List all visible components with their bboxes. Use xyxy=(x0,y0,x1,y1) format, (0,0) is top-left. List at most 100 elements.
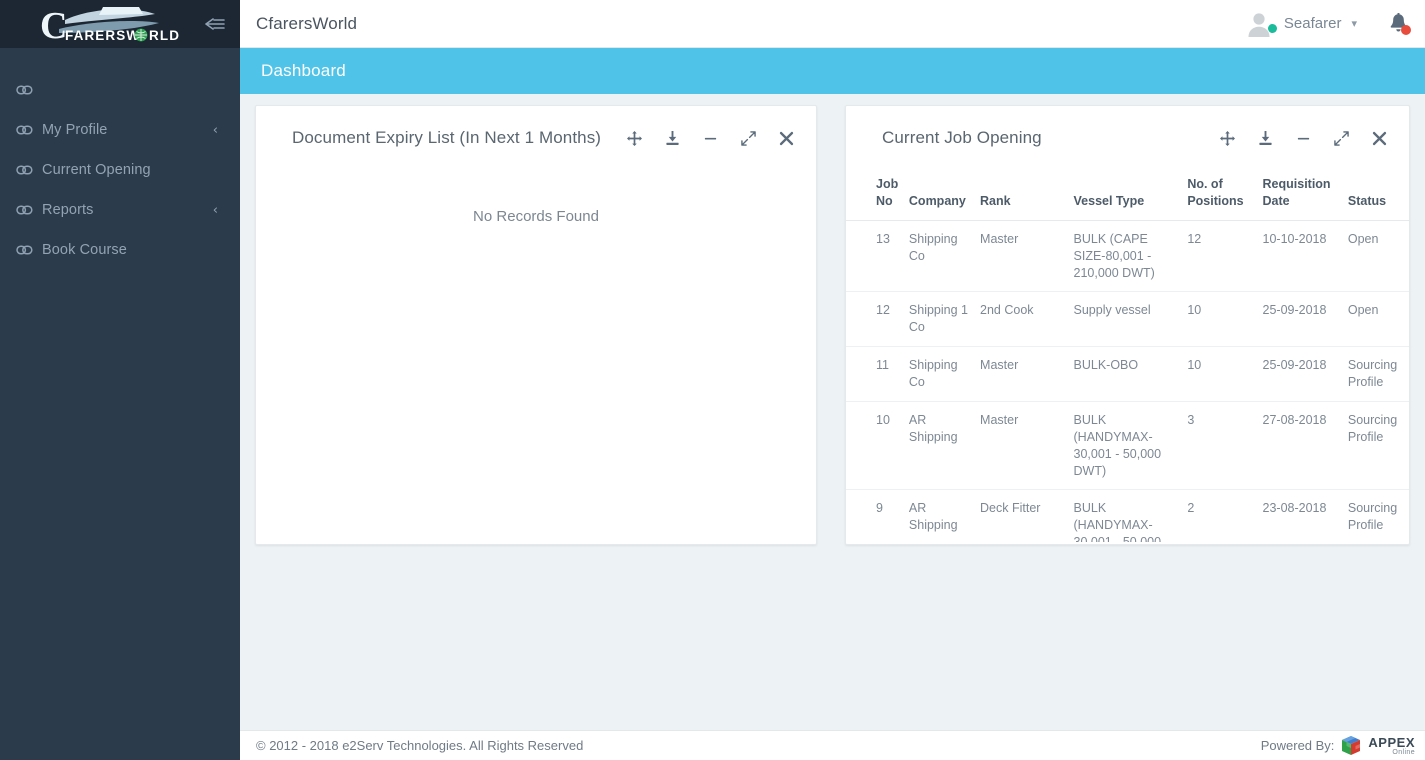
sidebar: C FARERSW RLD My Profile ‹ Current Openi… xyxy=(0,0,240,760)
empty-state-message: No Records Found xyxy=(473,208,599,225)
cell-vessel-type: BULK (HANDYMAX-30,001 - 50,000 DWT) xyxy=(1067,489,1182,542)
sidebar-menu: My Profile ‹ Current Opening Reports ‹ B… xyxy=(0,48,240,270)
cell-job-no: 11 xyxy=(846,346,903,402)
sidebar-item-my-profile[interactable]: My Profile ‹ xyxy=(0,110,240,150)
footer: © 2012 - 2018 e2Serv Technologies. All R… xyxy=(240,730,1425,760)
cell-requisition-date: 25-09-2018 xyxy=(1256,346,1342,402)
copyright-text: © 2012 - 2018 e2Serv Technologies. All R… xyxy=(256,738,584,753)
page-title: Dashboard xyxy=(261,61,346,80)
link-icon xyxy=(16,164,42,176)
job-table-scroll-area[interactable]: Job No Company Rank Vessel Type No. of P… xyxy=(846,168,1409,542)
cell-rank: Master xyxy=(974,346,1068,402)
panel-toolbar xyxy=(626,128,794,146)
sidebar-item-label: My Profile xyxy=(42,122,108,138)
panel-header: Current Job Opening xyxy=(846,106,1409,168)
svg-text:RLD: RLD xyxy=(149,28,179,43)
link-icon xyxy=(16,204,42,216)
sidebar-item-reports[interactable]: Reports ‹ xyxy=(0,190,240,230)
appex-wordmark: APPEX Online xyxy=(1368,736,1415,756)
cell-rank: 2nd Cook xyxy=(974,291,1068,348)
cell-requisition-date: 23-08-2018 xyxy=(1256,489,1342,542)
cell-status: Sourcing Profile xyxy=(1341,346,1409,402)
cell-company: AR Shipping xyxy=(902,489,975,542)
current-job-opening-panel: Current Job Opening Job No Company Rank … xyxy=(845,105,1410,545)
close-icon[interactable] xyxy=(778,130,794,146)
user-name-label: Seafarer xyxy=(1283,15,1342,32)
sidebar-item-label: Book Course xyxy=(42,242,127,258)
cell-positions: 10 xyxy=(1181,291,1257,348)
cell-requisition-date: 27-08-2018 xyxy=(1256,401,1342,491)
svg-text:C: C xyxy=(40,5,67,46)
table-header-row: Job No Company Rank Vessel Type No. of P… xyxy=(846,168,1409,221)
appex-brand-name: APPEX xyxy=(1368,734,1415,750)
cell-rank: Deck Fitter xyxy=(974,489,1068,542)
brand-title: CfarersWorld xyxy=(256,13,358,33)
minimize-icon[interactable] xyxy=(702,130,718,146)
cell-vessel-type: BULK-OBO xyxy=(1067,346,1182,402)
table-row[interactable]: 12 Shipping 1 Co 2nd Cook Supply vessel … xyxy=(846,291,1409,348)
link-icon xyxy=(16,84,42,96)
sidebar-item-book-course[interactable]: Book Course xyxy=(0,230,240,270)
column-header-vessel-type[interactable]: Vessel Type xyxy=(1067,168,1182,221)
panel-body: No Records Found xyxy=(256,168,816,225)
chevron-down-icon: ▾ xyxy=(1351,17,1357,30)
table-header: Job No Company Rank Vessel Type No. of P… xyxy=(846,168,1409,221)
cell-positions: 10 xyxy=(1181,346,1257,402)
user-avatar-icon xyxy=(1248,12,1270,37)
cell-requisition-date: 10-10-2018 xyxy=(1256,220,1342,293)
column-header-requisition-date[interactable]: Requisition Date xyxy=(1256,168,1342,221)
cell-status: Sourcing Profile xyxy=(1341,401,1409,491)
appex-brand-sub: Online xyxy=(1392,748,1415,756)
table-row[interactable]: 11 Shipping Co Master BULK-OBO 10 25-09-… xyxy=(846,346,1409,402)
panel-title: Current Job Opening xyxy=(882,128,1042,147)
sidebar-item-dashboard[interactable] xyxy=(0,70,240,110)
cell-vessel-type: Supply vessel xyxy=(1067,291,1182,348)
sidebar-item-label: Reports xyxy=(42,202,94,218)
close-icon[interactable] xyxy=(1371,130,1387,146)
cell-status: Open xyxy=(1341,220,1409,293)
download-icon[interactable] xyxy=(664,130,680,146)
page-title-bar: Dashboard xyxy=(240,48,1425,94)
link-icon xyxy=(16,124,42,136)
cell-positions: 12 xyxy=(1181,220,1257,293)
column-header-positions[interactable]: No. of Positions xyxy=(1181,168,1257,221)
avatar xyxy=(1244,9,1277,39)
app-logo[interactable]: C FARERSW RLD xyxy=(10,0,198,48)
cell-company: AR Shipping xyxy=(902,401,975,491)
cell-job-no: 9 xyxy=(846,489,903,542)
column-header-company[interactable]: Company xyxy=(902,168,975,221)
cube-logo-icon xyxy=(1342,735,1361,755)
cell-job-no: 12 xyxy=(846,291,903,348)
cell-company: Shipping Co xyxy=(902,346,975,402)
cell-vessel-type: BULK (CAPE SIZE-80,001 - 210,000 DWT) xyxy=(1067,220,1182,293)
download-icon[interactable] xyxy=(1257,130,1273,146)
user-menu-button[interactable]: Seafarer ▾ xyxy=(1238,9,1363,39)
chevron-left-icon: ‹ xyxy=(212,202,218,218)
sidebar-collapse-button[interactable] xyxy=(198,7,232,41)
panel-header: Document Expiry List (In Next 1 Months) xyxy=(256,106,816,168)
move-icon[interactable] xyxy=(1219,130,1235,146)
cell-company: Shipping 1 Co xyxy=(902,291,975,348)
cell-status: Sourcing Profile xyxy=(1341,489,1409,542)
column-header-status[interactable]: Status xyxy=(1341,168,1409,221)
cell-rank: Master xyxy=(974,220,1068,293)
notifications-button[interactable] xyxy=(1385,9,1411,39)
table-row[interactable]: 9 AR Shipping Deck Fitter BULK (HANDYMAX… xyxy=(846,489,1409,542)
table-row[interactable]: 13 Shipping Co Master BULK (CAPE SIZE-80… xyxy=(846,220,1409,293)
expand-icon[interactable] xyxy=(1333,130,1349,146)
cell-status: Open xyxy=(1341,291,1409,348)
cell-positions: 2 xyxy=(1181,489,1257,542)
powered-by: Powered By: APPEX Online xyxy=(1261,735,1425,757)
table-row[interactable]: 10 AR Shipping Master BULK (HANDYMAX-30,… xyxy=(846,401,1409,491)
powered-by-label: Powered By: xyxy=(1260,738,1335,753)
cell-positions: 3 xyxy=(1181,401,1257,491)
cell-job-no: 13 xyxy=(846,220,903,293)
cell-job-no: 10 xyxy=(846,401,903,491)
minimize-icon[interactable] xyxy=(1295,130,1311,146)
sidebar-item-current-opening[interactable]: Current Opening xyxy=(0,150,240,190)
ship-logo-icon: C FARERSW RLD xyxy=(40,5,179,46)
move-icon[interactable] xyxy=(626,130,642,146)
expand-icon[interactable] xyxy=(740,130,756,146)
column-header-job-no[interactable]: Job No xyxy=(846,168,903,221)
column-header-rank[interactable]: Rank xyxy=(974,168,1068,221)
